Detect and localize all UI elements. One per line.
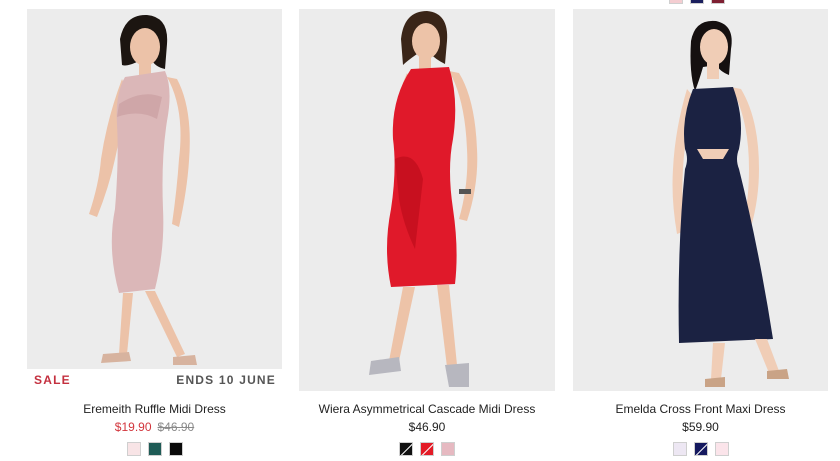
price-row: $19.90 $46.90: [27, 420, 282, 434]
product-card-wiera[interactable]: Wiera Asymmetrical Cascade Midi Dress $4…: [299, 0, 555, 461]
price: $46.90: [408, 420, 446, 434]
price-row: $59.90: [573, 420, 828, 434]
swatch-lavender[interactable]: [672, 442, 687, 456]
swatch-red[interactable]: [420, 442, 434, 456]
swatch-pink[interactable]: [441, 442, 455, 456]
swatch-pale-pink[interactable]: [714, 442, 729, 456]
model-photo: [573, 9, 828, 391]
color-swatches: [573, 442, 828, 456]
product-image[interactable]: [299, 9, 555, 391]
price: $59.90: [682, 420, 719, 434]
product-name[interactable]: Emelda Cross Front Maxi Dress: [573, 402, 828, 416]
sale-end-date: ENDS 10 JUNE: [176, 373, 276, 387]
swatch-black[interactable]: [399, 442, 413, 456]
swatch-teal[interactable]: [147, 442, 162, 456]
product-card-eremeith[interactable]: SALE ENDS 10 JUNE Eremeith Ruffle Midi D…: [27, 0, 282, 461]
product-name[interactable]: Eremeith Ruffle Midi Dress: [27, 402, 282, 416]
sale-banner: SALE ENDS 10 JUNE: [27, 369, 282, 391]
original-price: $46.90: [157, 420, 195, 434]
model-photo: [27, 9, 282, 369]
product-image[interactable]: [573, 9, 828, 391]
swatch-black[interactable]: [168, 442, 183, 456]
sale-label: SALE: [34, 373, 71, 387]
swatch-blush[interactable]: [126, 442, 141, 456]
product-image[interactable]: [27, 9, 282, 369]
product-grid: SALE ENDS 10 JUNE Eremeith Ruffle Midi D…: [0, 0, 840, 461]
product-name[interactable]: Wiera Asymmetrical Cascade Midi Dress: [299, 402, 555, 416]
color-swatches: [299, 442, 555, 456]
model-photo: [299, 9, 555, 391]
sale-price: $19.90: [114, 420, 152, 434]
color-swatches: [27, 442, 282, 456]
price-row: $46.90: [299, 420, 555, 434]
swatch-navy[interactable]: [693, 442, 708, 456]
product-card-emelda[interactable]: Emelda Cross Front Maxi Dress $59.90: [573, 0, 828, 461]
